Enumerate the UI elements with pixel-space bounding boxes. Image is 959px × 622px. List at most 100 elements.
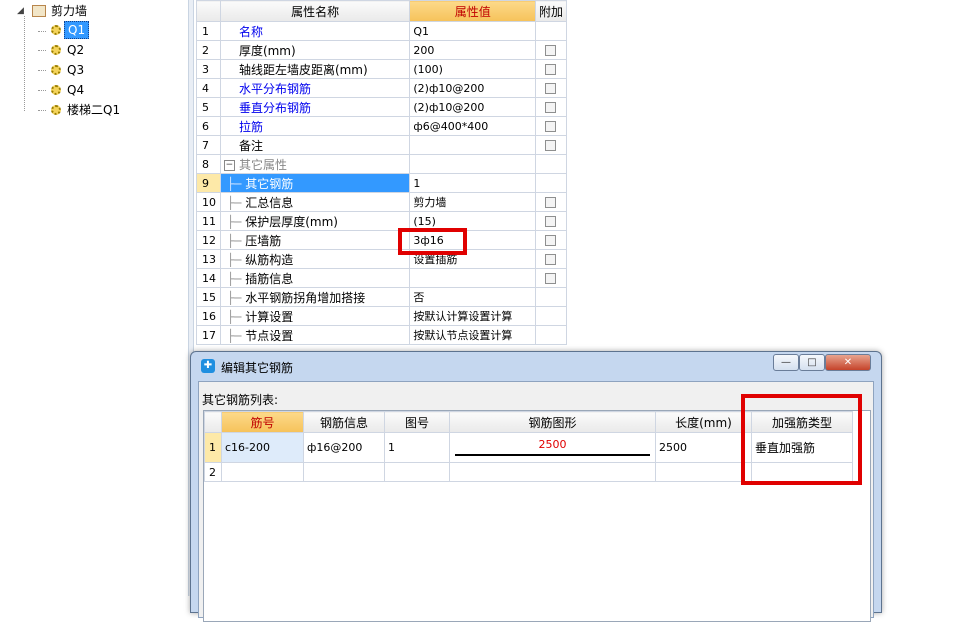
app-icon: ✚ [201,359,215,373]
extra-cell[interactable] [535,249,567,269]
property-name-cell[interactable]: 名称 [219,21,411,41]
extra-checkbox[interactable] [545,197,557,208]
property-row[interactable]: 5 垂直分布钢筋 (2)ф10@200 [196,97,567,117]
extra-cell[interactable] [535,59,567,79]
property-value-cell[interactable]: ф6@400*400 [409,116,537,136]
col-rebar-shape[interactable]: 钢筋图形 [449,411,656,433]
rebar-shape-cell[interactable] [449,462,656,482]
property-value-cell[interactable]: 按默认节点设置计算 [409,325,537,345]
bar-code-cell[interactable]: c16-200 [221,432,304,463]
rebar-info-cell[interactable]: ф16@200 [303,432,385,463]
property-row[interactable]: 9 ├─ 其它钢筋 1 [196,173,567,193]
collapse-minus-icon[interactable]: − [223,159,235,171]
collapse-arrow-icon[interactable]: ◢ [17,2,24,20]
property-value-cell[interactable] [409,154,537,174]
property-name-cell[interactable]: 备注 [219,135,411,155]
extra-cell[interactable] [535,116,567,136]
property-value-cell[interactable]: 否 [409,287,537,307]
property-row[interactable]: 6 拉筋 ф6@400*400 [196,116,567,136]
property-value-cell[interactable]: 1 [409,173,537,193]
row-number: 8 [196,154,221,174]
extra-cell[interactable] [535,192,567,212]
property-value-cell[interactable]: 剪力墙 [409,192,537,212]
col-rebar-info[interactable]: 钢筋信息 [303,411,385,433]
extra-cell[interactable] [535,40,567,60]
extra-checkbox[interactable] [545,83,557,94]
extra-cell[interactable] [535,211,567,231]
tree-connector [38,31,46,32]
property-row[interactable]: 14 ├─ 插筋信息 [196,268,567,288]
row-number: 10 [196,192,221,212]
figure-no-cell[interactable] [384,462,450,482]
property-name-cell[interactable]: ├─ 纵筋构造 [219,249,411,269]
property-name-cell[interactable]: ├─ 其它钢筋 [219,173,411,193]
extra-checkbox[interactable] [545,254,557,265]
length-cell[interactable] [655,462,752,482]
property-row[interactable]: 15 ├─ 水平钢筋拐角增加搭接否 [196,287,567,307]
property-value-cell[interactable]: (2)ф10@200 [409,97,537,117]
property-row[interactable]: 13 ├─ 纵筋构造 设置插筋 [196,249,567,269]
property-value-cell[interactable] [409,268,537,288]
bar-code-cell[interactable] [221,462,304,482]
tree-item-label: Q3 [67,63,85,77]
maximize-button[interactable]: □ [799,354,825,371]
property-name-cell[interactable]: − 其它属性 [219,154,411,174]
property-name-cell[interactable]: ├─ 计算设置 [219,306,411,326]
property-value-cell[interactable] [409,135,537,155]
property-name-cell[interactable]: 轴线距左墙皮距离(mm) [219,59,411,79]
property-name-cell[interactable]: ├─ 保护层厚度(mm) [219,211,411,231]
property-row[interactable]: 16 ├─ 计算设置 按默认计算设置计算 [196,306,567,326]
length-cell[interactable]: 2500 [655,432,752,463]
property-row[interactable]: 3 轴线距左墙皮距离(mm) (100) [196,59,567,79]
extra-checkbox[interactable] [545,45,557,56]
property-name: 厚度(mm) [238,43,296,58]
property-name-cell[interactable]: ├─ 压墙筋 [219,230,411,250]
property-row[interactable]: 8− 其它属性 [196,154,567,174]
col-length[interactable]: 长度(mm) [655,411,752,433]
col-figure-no[interactable]: 图号 [384,411,450,433]
property-row[interactable]: 1 名称 Q1 [196,21,567,41]
extra-checkbox[interactable] [545,235,557,246]
property-row[interactable]: 10 ├─ 汇总信息 剪力墙 [196,192,567,212]
extra-cell[interactable] [535,230,567,250]
extra-checkbox[interactable] [545,102,557,113]
property-row[interactable]: 11 ├─ 保护层厚度(mm) (15) [196,211,567,231]
property-name-cell[interactable]: ├─ 汇总信息 [219,192,411,212]
property-name-cell[interactable]: ├─ 水平钢筋拐角增加搭接 [219,287,411,307]
rebar-info-cell[interactable] [303,462,385,482]
property-value-cell[interactable]: 按默认计算设置计算 [409,306,537,326]
property-name-cell[interactable]: ├─ 节点设置 [219,325,411,345]
property-name-cell[interactable]: 拉筋 [219,116,411,136]
property-row[interactable]: 17 ├─ 节点设置 按默认节点设置计算 [196,325,567,345]
extra-checkbox[interactable] [545,64,557,75]
property-name-cell[interactable]: ├─ 插筋信息 [219,268,411,288]
extra-checkbox[interactable] [545,216,557,227]
figure-no-cell[interactable]: 1 [384,432,450,463]
property-name-cell[interactable]: 厚度(mm) [219,40,411,60]
extra-cell[interactable] [535,268,567,288]
property-value-cell[interactable]: (100) [409,59,537,79]
extra-checkbox[interactable] [545,121,557,132]
property-row[interactable]: 12 ├─ 压墙筋 3ф16 [196,230,567,250]
property-name-cell[interactable]: 垂直分布钢筋 [219,97,411,117]
property-value-cell[interactable]: Q1 [409,21,537,41]
col-bar-code[interactable]: 筋号 [221,411,304,433]
property-row[interactable]: 4 水平分布钢筋 (2)ф10@200 [196,78,567,98]
property-value-cell[interactable]: (2)ф10@200 [409,78,537,98]
extra-checkbox[interactable] [545,273,557,284]
dialog-title-bar[interactable]: ✚ 编辑其它钢筋 — □ ✕ [191,352,881,380]
property-row[interactable]: 2 厚度(mm) 200 [196,40,567,60]
property-row[interactable]: 7 备注 [196,135,567,155]
extra-cell[interactable] [535,97,567,117]
row-number: 15 [196,287,221,307]
property-value-cell[interactable]: 200 [409,40,537,60]
extra-cell[interactable] [535,78,567,98]
rebar-shape-cell[interactable]: 2500 [449,432,656,463]
close-button[interactable]: ✕ [825,354,871,371]
tree-connector [24,16,25,111]
property-name-cell[interactable]: 水平分布钢筋 [219,78,411,98]
tree-connector [38,70,46,71]
extra-cell[interactable] [535,135,567,155]
extra-checkbox[interactable] [545,140,557,151]
minimize-button[interactable]: — [773,354,799,371]
